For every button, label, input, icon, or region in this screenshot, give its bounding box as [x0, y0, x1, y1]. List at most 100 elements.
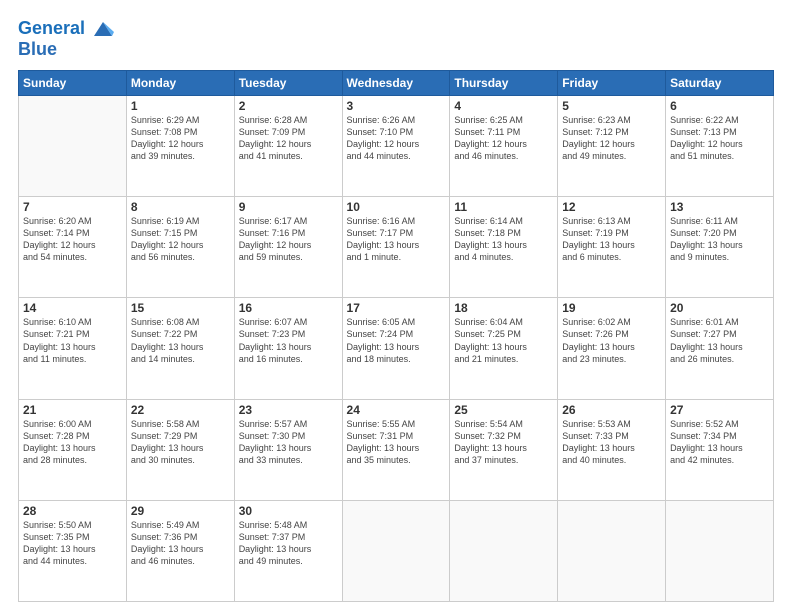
calendar-cell: 1Sunrise: 6:29 AMSunset: 7:08 PMDaylight… [126, 95, 234, 196]
calendar-cell: 12Sunrise: 6:13 AMSunset: 7:19 PMDayligh… [558, 197, 666, 298]
calendar-cell: 18Sunrise: 6:04 AMSunset: 7:25 PMDayligh… [450, 298, 558, 399]
calendar-cell [342, 500, 450, 601]
header: General Blue [18, 18, 774, 60]
calendar-cell: 2Sunrise: 6:28 AMSunset: 7:09 PMDaylight… [234, 95, 342, 196]
week-row-4: 21Sunrise: 6:00 AMSunset: 7:28 PMDayligh… [19, 399, 774, 500]
calendar-cell [666, 500, 774, 601]
day-number: 12 [562, 200, 661, 214]
day-info: Sunrise: 6:28 AMSunset: 7:09 PMDaylight:… [239, 114, 338, 163]
weekday-header-friday: Friday [558, 70, 666, 95]
calendar-cell: 13Sunrise: 6:11 AMSunset: 7:20 PMDayligh… [666, 197, 774, 298]
calendar-cell: 15Sunrise: 6:08 AMSunset: 7:22 PMDayligh… [126, 298, 234, 399]
weekday-header-saturday: Saturday [666, 70, 774, 95]
day-info: Sunrise: 5:49 AMSunset: 7:36 PMDaylight:… [131, 519, 230, 568]
day-number: 27 [670, 403, 769, 417]
calendar-cell: 22Sunrise: 5:58 AMSunset: 7:29 PMDayligh… [126, 399, 234, 500]
day-number: 23 [239, 403, 338, 417]
day-info: Sunrise: 5:53 AMSunset: 7:33 PMDaylight:… [562, 418, 661, 467]
week-row-2: 7Sunrise: 6:20 AMSunset: 7:14 PMDaylight… [19, 197, 774, 298]
day-info: Sunrise: 5:58 AMSunset: 7:29 PMDaylight:… [131, 418, 230, 467]
logo-text: General [18, 18, 114, 40]
calendar-cell: 8Sunrise: 6:19 AMSunset: 7:15 PMDaylight… [126, 197, 234, 298]
day-number: 21 [23, 403, 122, 417]
weekday-header-row: SundayMondayTuesdayWednesdayThursdayFrid… [19, 70, 774, 95]
day-info: Sunrise: 6:05 AMSunset: 7:24 PMDaylight:… [347, 316, 446, 365]
day-info: Sunrise: 6:04 AMSunset: 7:25 PMDaylight:… [454, 316, 553, 365]
logo: General Blue [18, 18, 114, 60]
day-number: 2 [239, 99, 338, 113]
page: General Blue SundayMondayTuesdayWednesda… [0, 0, 792, 612]
day-number: 1 [131, 99, 230, 113]
calendar-cell: 20Sunrise: 6:01 AMSunset: 7:27 PMDayligh… [666, 298, 774, 399]
day-info: Sunrise: 5:48 AMSunset: 7:37 PMDaylight:… [239, 519, 338, 568]
day-number: 24 [347, 403, 446, 417]
week-row-1: 1Sunrise: 6:29 AMSunset: 7:08 PMDaylight… [19, 95, 774, 196]
day-info: Sunrise: 6:00 AMSunset: 7:28 PMDaylight:… [23, 418, 122, 467]
day-number: 30 [239, 504, 338, 518]
day-number: 28 [23, 504, 122, 518]
calendar-cell: 4Sunrise: 6:25 AMSunset: 7:11 PMDaylight… [450, 95, 558, 196]
day-number: 26 [562, 403, 661, 417]
calendar-cell: 30Sunrise: 5:48 AMSunset: 7:37 PMDayligh… [234, 500, 342, 601]
day-info: Sunrise: 6:20 AMSunset: 7:14 PMDaylight:… [23, 215, 122, 264]
calendar-cell: 19Sunrise: 6:02 AMSunset: 7:26 PMDayligh… [558, 298, 666, 399]
calendar-table: SundayMondayTuesdayWednesdayThursdayFrid… [18, 70, 774, 602]
weekday-header-tuesday: Tuesday [234, 70, 342, 95]
logo-blue: Blue [18, 40, 114, 60]
calendar-cell: 26Sunrise: 5:53 AMSunset: 7:33 PMDayligh… [558, 399, 666, 500]
calendar-cell: 21Sunrise: 6:00 AMSunset: 7:28 PMDayligh… [19, 399, 127, 500]
day-info: Sunrise: 5:52 AMSunset: 7:34 PMDaylight:… [670, 418, 769, 467]
day-info: Sunrise: 6:25 AMSunset: 7:11 PMDaylight:… [454, 114, 553, 163]
day-number: 17 [347, 301, 446, 315]
weekday-header-sunday: Sunday [19, 70, 127, 95]
day-info: Sunrise: 6:14 AMSunset: 7:18 PMDaylight:… [454, 215, 553, 264]
week-row-3: 14Sunrise: 6:10 AMSunset: 7:21 PMDayligh… [19, 298, 774, 399]
calendar-cell: 24Sunrise: 5:55 AMSunset: 7:31 PMDayligh… [342, 399, 450, 500]
day-number: 18 [454, 301, 553, 315]
calendar-cell: 27Sunrise: 5:52 AMSunset: 7:34 PMDayligh… [666, 399, 774, 500]
day-info: Sunrise: 6:13 AMSunset: 7:19 PMDaylight:… [562, 215, 661, 264]
day-number: 8 [131, 200, 230, 214]
day-number: 22 [131, 403, 230, 417]
calendar-cell: 14Sunrise: 6:10 AMSunset: 7:21 PMDayligh… [19, 298, 127, 399]
calendar-cell: 3Sunrise: 6:26 AMSunset: 7:10 PMDaylight… [342, 95, 450, 196]
day-number: 4 [454, 99, 553, 113]
day-info: Sunrise: 6:29 AMSunset: 7:08 PMDaylight:… [131, 114, 230, 163]
calendar-cell: 17Sunrise: 6:05 AMSunset: 7:24 PMDayligh… [342, 298, 450, 399]
day-number: 10 [347, 200, 446, 214]
day-info: Sunrise: 6:07 AMSunset: 7:23 PMDaylight:… [239, 316, 338, 365]
calendar-cell: 23Sunrise: 5:57 AMSunset: 7:30 PMDayligh… [234, 399, 342, 500]
day-info: Sunrise: 5:57 AMSunset: 7:30 PMDaylight:… [239, 418, 338, 467]
day-number: 11 [454, 200, 553, 214]
day-number: 9 [239, 200, 338, 214]
day-number: 7 [23, 200, 122, 214]
calendar-cell: 9Sunrise: 6:17 AMSunset: 7:16 PMDaylight… [234, 197, 342, 298]
day-number: 16 [239, 301, 338, 315]
calendar-cell: 29Sunrise: 5:49 AMSunset: 7:36 PMDayligh… [126, 500, 234, 601]
day-number: 3 [347, 99, 446, 113]
day-info: Sunrise: 6:22 AMSunset: 7:13 PMDaylight:… [670, 114, 769, 163]
calendar-cell: 25Sunrise: 5:54 AMSunset: 7:32 PMDayligh… [450, 399, 558, 500]
day-number: 15 [131, 301, 230, 315]
day-info: Sunrise: 6:17 AMSunset: 7:16 PMDaylight:… [239, 215, 338, 264]
day-info: Sunrise: 5:54 AMSunset: 7:32 PMDaylight:… [454, 418, 553, 467]
day-info: Sunrise: 5:50 AMSunset: 7:35 PMDaylight:… [23, 519, 122, 568]
calendar-cell: 28Sunrise: 5:50 AMSunset: 7:35 PMDayligh… [19, 500, 127, 601]
weekday-header-wednesday: Wednesday [342, 70, 450, 95]
day-number: 25 [454, 403, 553, 417]
weekday-header-monday: Monday [126, 70, 234, 95]
day-number: 20 [670, 301, 769, 315]
day-info: Sunrise: 6:10 AMSunset: 7:21 PMDaylight:… [23, 316, 122, 365]
calendar-cell: 5Sunrise: 6:23 AMSunset: 7:12 PMDaylight… [558, 95, 666, 196]
day-info: Sunrise: 5:55 AMSunset: 7:31 PMDaylight:… [347, 418, 446, 467]
calendar-cell [558, 500, 666, 601]
week-row-5: 28Sunrise: 5:50 AMSunset: 7:35 PMDayligh… [19, 500, 774, 601]
calendar-cell [450, 500, 558, 601]
calendar-cell: 16Sunrise: 6:07 AMSunset: 7:23 PMDayligh… [234, 298, 342, 399]
weekday-header-thursday: Thursday [450, 70, 558, 95]
day-info: Sunrise: 6:23 AMSunset: 7:12 PMDaylight:… [562, 114, 661, 163]
logo-icon [92, 18, 114, 40]
day-number: 6 [670, 99, 769, 113]
calendar-cell [19, 95, 127, 196]
day-number: 29 [131, 504, 230, 518]
